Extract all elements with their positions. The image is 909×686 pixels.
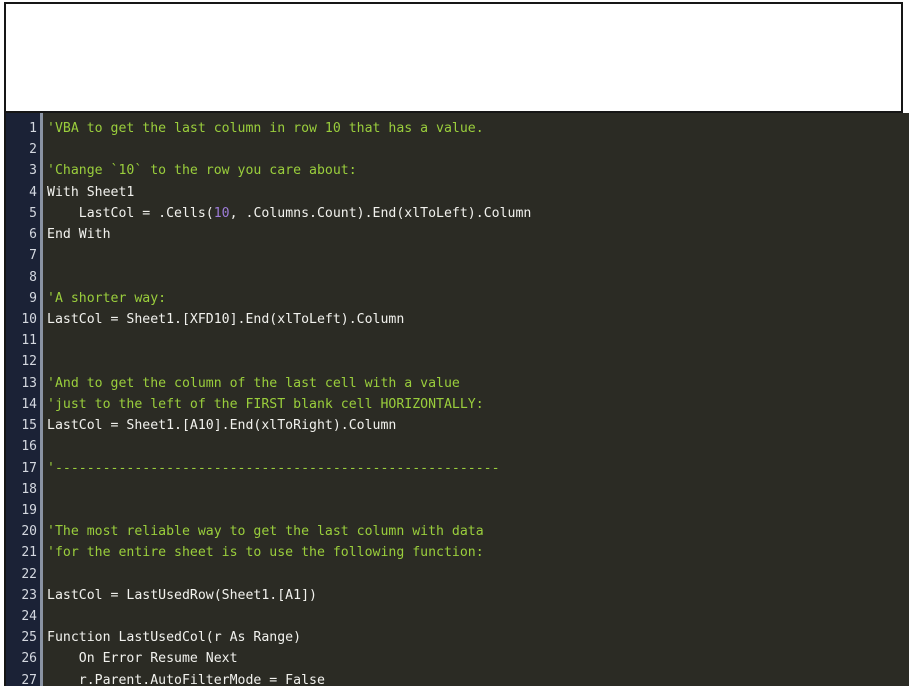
code-token: LastCol = Sheet1.[XFD10].End(xlToLeft).C… xyxy=(47,311,405,327)
line-number: 22 xyxy=(21,566,37,582)
line-number: 24 xyxy=(21,609,37,625)
line-number: 13 xyxy=(21,375,37,391)
document-white-panel xyxy=(4,2,903,113)
code-line[interactable]: With Sheet1 xyxy=(47,182,909,203)
line-number: 14 xyxy=(21,396,37,412)
code-text-area[interactable]: 'VBA to get the last column in row 10 th… xyxy=(43,113,909,686)
code-block[interactable]: 1 2 3 4 5 6 7 8 9 10 11 12 13 14 15 16 17 18 19 20 21 22 23 24 2… xyxy=(4,113,909,686)
code-line[interactable]: On Error Resume Next xyxy=(47,648,909,669)
code-line[interactable]: End With xyxy=(47,224,909,245)
code-line[interactable]: '---------------------------------------… xyxy=(47,458,909,479)
line-number: 3 xyxy=(29,163,37,179)
line-number: 25 xyxy=(21,630,37,646)
code-line[interactable] xyxy=(47,139,909,160)
line-number: 12 xyxy=(21,354,37,370)
line-number: 4 xyxy=(29,184,37,200)
line-number: 18 xyxy=(21,481,37,497)
comment-token: 'The most reliable way to get the last c… xyxy=(47,524,484,540)
code-line[interactable]: 'A shorter way: xyxy=(47,288,909,309)
number-token: 10 xyxy=(213,205,230,221)
line-number: 5 xyxy=(29,205,37,221)
code-token: , .Columns.Count).End(xlToLeft).Column xyxy=(229,205,532,221)
code-line[interactable] xyxy=(47,330,909,351)
comment-token: 'just to the left of the FIRST blank cel… xyxy=(47,396,484,412)
code-line[interactable] xyxy=(47,500,909,521)
line-number: 21 xyxy=(21,545,37,561)
code-token: LastCol = .Cells( xyxy=(47,205,214,221)
code-line[interactable]: LastCol = LastUsedRow(Sheet1.[A1]) xyxy=(47,585,909,606)
line-number: 8 xyxy=(29,269,37,285)
comment-token: '---------------------------------------… xyxy=(47,460,500,476)
code-line[interactable]: 'just to the left of the FIRST blank cel… xyxy=(47,394,909,415)
line-number: 9 xyxy=(29,290,37,306)
line-number: 11 xyxy=(21,333,37,349)
line-number: 20 xyxy=(21,524,37,540)
line-number: 1 xyxy=(29,121,37,136)
line-number: 7 xyxy=(29,248,37,264)
code-line[interactable]: 'And to get the column of the last cell … xyxy=(47,373,909,394)
line-number: 15 xyxy=(21,418,37,434)
code-line[interactable] xyxy=(47,606,909,627)
code-line[interactable]: 'Change `10` to the row you care about: xyxy=(47,160,909,181)
code-token: r.Parent.AutoFilterMode = False xyxy=(47,672,325,686)
comment-token: 'for the entire sheet is to use the foll… xyxy=(47,545,484,561)
line-number-gutter: 1 2 3 4 5 6 7 8 9 10 11 12 13 14 15 16 17 18 19 20 21 22 23 24 2… xyxy=(6,113,40,686)
code-line[interactable]: Function LastUsedCol(r As Range) xyxy=(47,627,909,648)
line-number: 23 xyxy=(21,587,37,603)
code-line[interactable] xyxy=(47,351,909,372)
code-line[interactable]: LastCol = Sheet1.[XFD10].End(xlToLeft).C… xyxy=(47,309,909,330)
code-line[interactable]: 'The most reliable way to get the last c… xyxy=(47,521,909,542)
code-line[interactable] xyxy=(47,267,909,288)
code-line[interactable] xyxy=(47,436,909,457)
line-number: 19 xyxy=(21,502,37,518)
line-number: 2 xyxy=(29,142,37,158)
line-number: 10 xyxy=(21,311,37,327)
code-line[interactable]: r.Parent.AutoFilterMode = False xyxy=(47,670,909,686)
comment-token: 'A shorter way: xyxy=(47,290,167,306)
comment-token: 'Change `10` to the row you care about: xyxy=(47,163,357,179)
code-token: LastCol = Sheet1.[A10].End(xlToRight).Co… xyxy=(47,418,397,434)
line-number: 26 xyxy=(21,651,37,667)
code-line[interactable]: 'for the entire sheet is to use the foll… xyxy=(47,542,909,563)
code-token: Function LastUsedCol(r As Range) xyxy=(47,630,302,646)
line-number: 16 xyxy=(21,439,37,455)
code-token: With Sheet1 xyxy=(47,184,135,200)
code-line[interactable]: 'VBA to get the last column in row 10 th… xyxy=(47,118,909,139)
code-token: On Error Resume Next xyxy=(47,651,238,667)
code-line[interactable]: LastCol = .Cells(10, .Columns.Count).End… xyxy=(47,203,909,224)
code-line[interactable]: LastCol = Sheet1.[A10].End(xlToRight).Co… xyxy=(47,415,909,436)
comment-token: 'VBA to get the last column in row 10 th… xyxy=(47,121,484,136)
line-number: 27 xyxy=(21,672,37,686)
comment-token: 'And to get the column of the last cell … xyxy=(47,375,460,391)
line-number: 6 xyxy=(29,227,37,243)
code-line[interactable] xyxy=(47,245,909,266)
code-token: End With xyxy=(47,227,111,243)
page-root: 1 2 3 4 5 6 7 8 9 10 11 12 13 14 15 16 17 18 19 20 21 22 23 24 2… xyxy=(0,0,909,686)
code-token: LastCol = LastUsedRow(Sheet1.[A1]) xyxy=(47,587,317,603)
code-line[interactable] xyxy=(47,564,909,585)
line-number: 17 xyxy=(21,460,37,476)
code-line[interactable] xyxy=(47,479,909,500)
